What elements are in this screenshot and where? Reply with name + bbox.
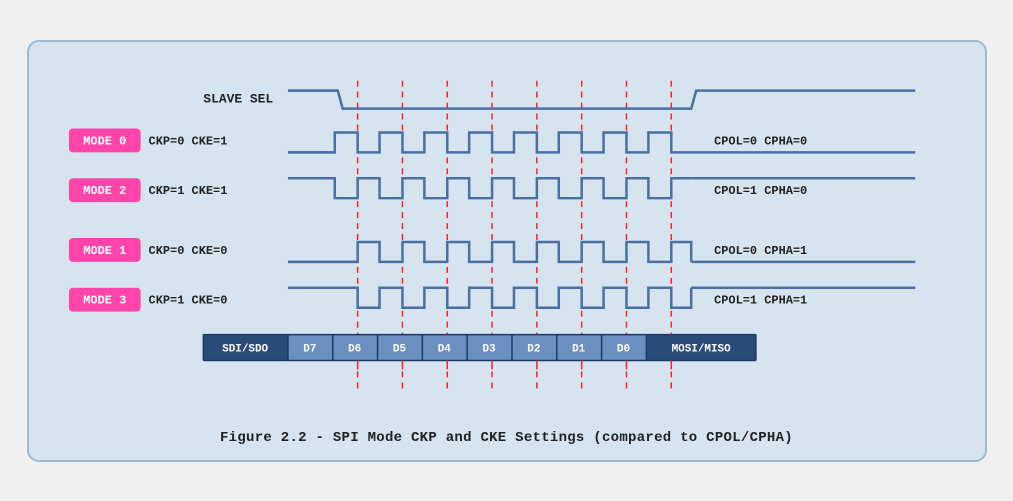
mode0-label: MODE 0 (83, 134, 126, 148)
d5-label: D5 (392, 343, 405, 355)
d1-label: D1 (572, 343, 586, 355)
mode2-label: MODE 2 (83, 184, 126, 198)
sdi-sdo-label: SDI/SDO (222, 343, 268, 355)
mode1-params: CKP=0 CKE=0 (148, 243, 227, 257)
mode0-params: CKP=0 CKE=1 (148, 134, 227, 148)
mode2-cpol: CPOL=1 CPHA=0 (714, 184, 807, 198)
mode3-cpol: CPOL=1 CPHA=1 (714, 293, 807, 307)
main-diagram-svg: SLAVE SEL MODE 0 CKP=0 CKE=1 CPOL=0 CPHA… (49, 60, 965, 420)
mode1-label: MODE 1 (83, 243, 126, 257)
mode3-params: CKP=1 CKE=0 (148, 293, 227, 307)
mode0-cpol: CPOL=0 CPHA=0 (714, 134, 807, 148)
slave-sel-label: SLAVE SEL (203, 91, 273, 106)
d3-label: D3 (482, 343, 496, 355)
d7-label: D7 (303, 343, 316, 355)
figure-caption: Figure 2.2 - SPI Mode CKP and CKE Settin… (49, 430, 965, 446)
diagram-area: SLAVE SEL MODE 0 CKP=0 CKE=1 CPOL=0 CPHA… (49, 60, 965, 420)
d0-label: D0 (616, 343, 629, 355)
mode1-cpol: CPOL=0 CPHA=1 (714, 243, 807, 257)
d6-label: D6 (348, 343, 361, 355)
mosi-miso-label: MOSI/MISO (671, 343, 731, 355)
d2-label: D2 (527, 343, 540, 355)
diagram-container: SLAVE SEL MODE 0 CKP=0 CKE=1 CPOL=0 CPHA… (27, 40, 987, 462)
d4-label: D4 (437, 343, 451, 355)
mode3-label: MODE 3 (83, 293, 126, 307)
mode2-params: CKP=1 CKE=1 (148, 184, 227, 198)
